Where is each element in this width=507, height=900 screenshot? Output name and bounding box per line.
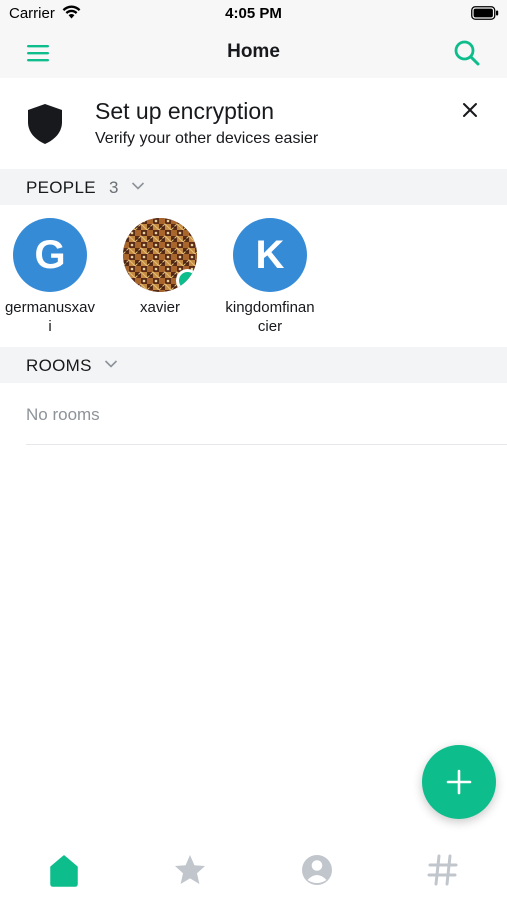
- star-icon: [175, 855, 205, 884]
- people-count: 3: [109, 178, 119, 197]
- tab-bar: [0, 838, 507, 900]
- home-icon: [50, 855, 78, 887]
- rooms-section-title: ROOMS: [26, 356, 92, 375]
- person-item-kingdomfinancier[interactable]: K kingdomfinancier: [224, 218, 316, 336]
- tab-rooms[interactable]: [425, 852, 461, 888]
- people-section-title: PEOPLE: [26, 178, 96, 197]
- person-name: xavier: [139, 299, 180, 316]
- hamburger-menu-icon: [27, 45, 49, 62]
- banner-subtitle: Verify your other devices easier: [95, 130, 319, 147]
- rooms-empty-text: No rooms: [26, 405, 100, 424]
- avatar: G: [13, 218, 87, 292]
- shield-icon: [28, 104, 62, 144]
- menu-button[interactable]: [26, 41, 52, 65]
- tab-people[interactable]: [299, 852, 335, 888]
- person-icon: [302, 855, 332, 885]
- tab-favourites[interactable]: [172, 852, 208, 888]
- person-name: germanusxavi: [4, 299, 96, 335]
- status-bar: Carrier 4:05 PM: [0, 0, 507, 28]
- close-icon: [463, 103, 477, 117]
- chevron-down-icon: [131, 182, 145, 190]
- search-button[interactable]: [453, 39, 481, 67]
- person-name: kingdomfinancier: [225, 299, 315, 335]
- chevron-down-icon: [104, 360, 118, 368]
- encryption-banner[interactable]: Set up encryption Verify your other devi…: [0, 78, 507, 169]
- status-time: 4:05 PM: [225, 5, 282, 22]
- battery-icon: [471, 6, 499, 20]
- people-section-header[interactable]: PEOPLE 3: [0, 169, 507, 205]
- person-item-xavier[interactable]: xavier: [114, 218, 206, 317]
- search-icon: [454, 40, 480, 66]
- navigation-bar: Home: [0, 28, 507, 78]
- create-room-button[interactable]: [422, 745, 496, 819]
- person-item-germanusxavi[interactable]: G germanusxavi: [4, 218, 96, 336]
- page-title: Home: [227, 41, 280, 62]
- people-list: G germanusxavi xavier K kingdomfinancier: [0, 205, 507, 347]
- divider: [26, 444, 507, 445]
- hashtag-icon: [427, 854, 458, 886]
- tab-home[interactable]: [46, 852, 82, 888]
- plus-icon: [446, 769, 472, 795]
- avatar: K: [233, 218, 307, 292]
- online-status-dot: [176, 269, 197, 292]
- rooms-section-header[interactable]: ROOMS: [0, 347, 507, 383]
- banner-close-button[interactable]: [461, 101, 479, 119]
- avatar: [123, 218, 197, 292]
- banner-title: Set up encryption: [95, 98, 275, 124]
